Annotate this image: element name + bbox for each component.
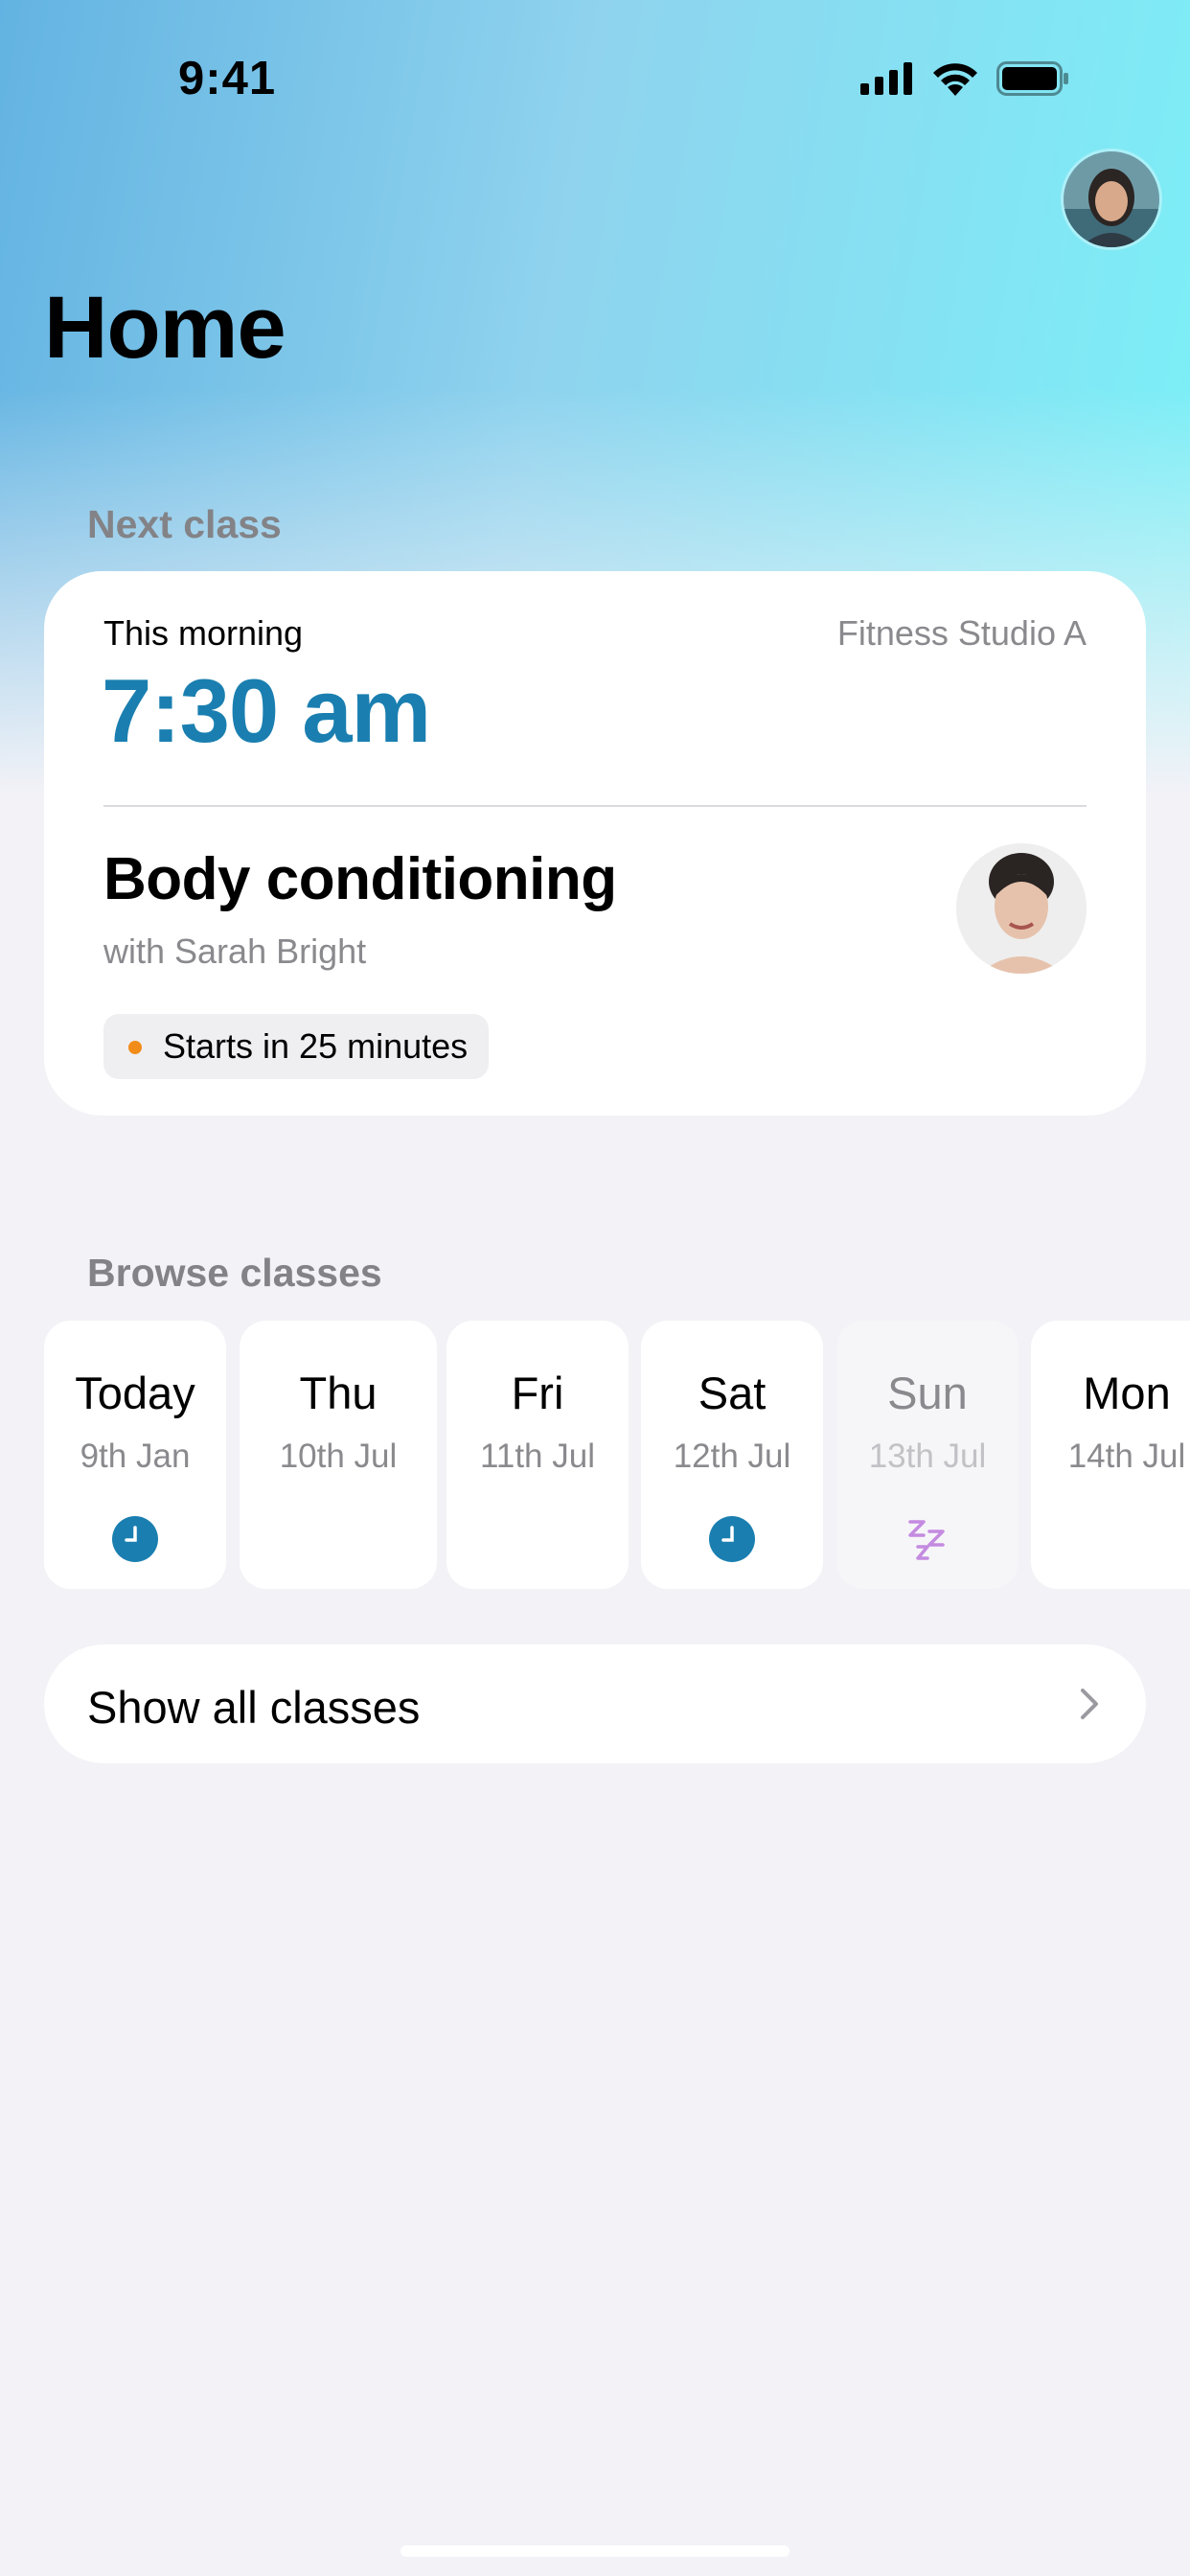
wifi-icon [933,63,977,96]
instructor-avatar [956,843,1087,974]
day-name: Fri [511,1368,564,1418]
day-name: Mon [1083,1368,1171,1418]
status-dot [128,1041,142,1054]
status-time: 9:41 [178,53,277,104]
day-card-mon[interactable]: Mon 14th Jul [1031,1321,1190,1589]
day-card-sun[interactable]: Sun 13th Jul [836,1321,1018,1589]
next-class-card[interactable]: This morning Fitness Studio A 7:30 am Bo… [44,571,1146,1116]
next-class-section-label: Next class [87,502,282,546]
next-class-instructor: with Sarah Bright [103,932,367,971]
next-class-when: This morning [103,613,304,653]
day-date: 9th Jan [80,1438,191,1475]
status-icons [860,61,1069,96]
chevron-right-icon [1081,1689,1098,1719]
next-class-name: Body conditioning [103,846,617,912]
day-date: 14th Jul [1067,1438,1186,1475]
next-class-time: 7:30 am [102,660,431,761]
cellular-signal-icon [860,62,912,95]
show-all-classes-button[interactable]: Show all classes [44,1644,1146,1763]
day-card-sat[interactable]: Sat 12th Jul [641,1321,823,1589]
day-selector: Today 9th Jan Thu 10th Jul Fri 11th Jul … [44,1321,1190,1589]
status-badge: Starts in 25 minutes [103,1014,490,1079]
day-card-fri[interactable]: Fri 11th Jul [446,1321,629,1589]
show-all-classes-label: Show all classes [87,1682,421,1733]
page-title: Home [44,279,286,377]
day-name: Today [75,1368,195,1418]
sleep-icon [908,1520,945,1560]
day-date: 12th Jul [673,1438,791,1475]
day-card-today[interactable]: Today 9th Jan [44,1321,226,1589]
day-date: 11th Jul [480,1438,595,1475]
day-name: Thu [299,1368,378,1418]
home-indicator[interactable] [400,2545,790,2557]
browse-classes-section-label: Browse classes [87,1251,382,1295]
status-badge-label: Starts in 25 minutes [163,1026,469,1066]
day-card-thu[interactable]: Thu 10th Jul [240,1321,437,1589]
next-class-location: Fitness Studio A [836,613,1087,653]
clock-icon [112,1516,158,1562]
clock-icon [709,1516,755,1562]
day-date: 13th Jul [868,1438,987,1475]
battery-icon [996,61,1068,96]
day-name: Sun [887,1368,968,1418]
day-date: 10th Jul [279,1438,398,1475]
divider [103,805,1087,807]
day-name: Sat [698,1368,767,1418]
user-avatar[interactable] [1064,151,1159,247]
